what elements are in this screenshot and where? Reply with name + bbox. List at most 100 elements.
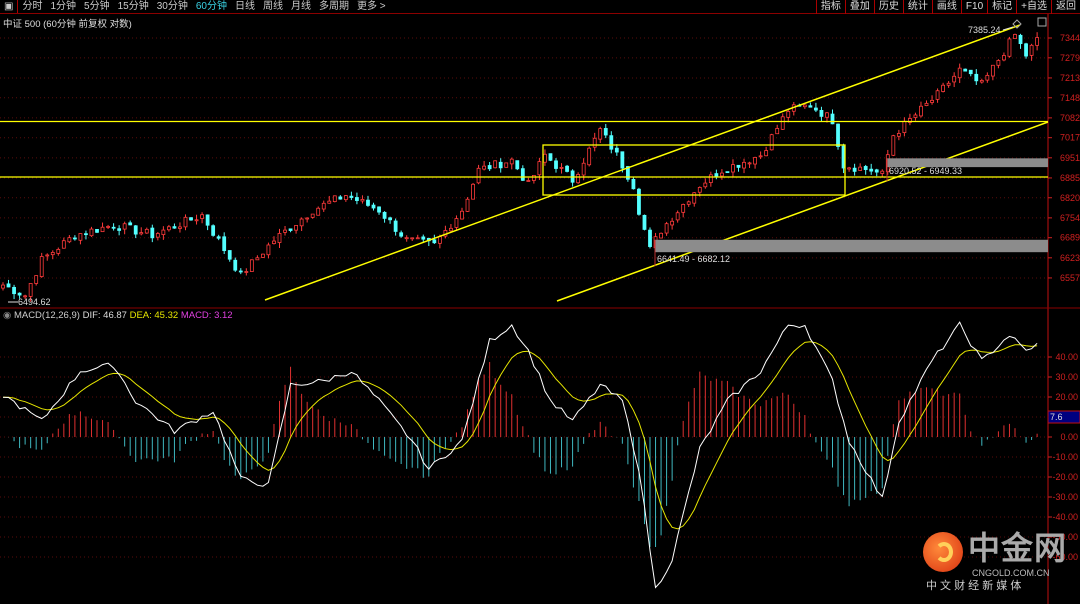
candle (476, 164, 481, 185)
candle-body (896, 133, 901, 137)
candle-body (1024, 43, 1028, 57)
candle-body (686, 201, 691, 205)
candle-body (902, 120, 907, 133)
candle-body (487, 165, 492, 170)
candle (343, 195, 348, 202)
candle-body (670, 220, 675, 226)
candle (382, 211, 387, 223)
candle (194, 214, 199, 225)
candle (509, 157, 514, 170)
candle-body (194, 219, 199, 222)
candle-body (548, 153, 553, 161)
candle-body (288, 228, 293, 231)
candle-body (421, 236, 426, 240)
candle-body (283, 229, 287, 233)
candle-body (808, 105, 813, 108)
candle (183, 214, 188, 231)
candle-body (227, 250, 232, 260)
macd-tick-label: 30.00 (1055, 372, 1078, 382)
candle-body (664, 223, 669, 234)
candle (791, 101, 796, 116)
candle (117, 225, 122, 236)
price-tick-label: 7279 (1060, 53, 1080, 63)
candle (95, 229, 99, 234)
price-tick-label: 6689 (1060, 233, 1080, 243)
candle-body (61, 240, 66, 249)
candle-body (648, 229, 652, 247)
candle (869, 163, 874, 175)
candle-body (952, 75, 957, 83)
candle (659, 232, 663, 239)
candle (393, 218, 398, 236)
candle-body (725, 171, 730, 174)
candle (388, 216, 393, 224)
candle-body (150, 227, 155, 239)
candle (703, 178, 708, 189)
candle-body (233, 259, 238, 271)
chart-canvas[interactable]: 7344 7279 7213 7148 7082 7017 6951 6885 6820 6754… (0, 0, 1080, 604)
candle (316, 206, 321, 216)
candle-body (266, 244, 271, 256)
candle-body (366, 199, 370, 206)
candle-body (659, 232, 663, 239)
candle (310, 213, 315, 219)
candle-body (874, 169, 879, 173)
candle-body (255, 257, 260, 261)
window-icon (1037, 17, 1047, 27)
macd-tick-label: -20.00 (1052, 472, 1078, 482)
candle-body (974, 73, 979, 82)
price-tick-label: 6951 (1060, 153, 1080, 163)
macd-tick-label: -30.00 (1052, 492, 1078, 502)
candle-body (1035, 37, 1040, 46)
candle (399, 230, 404, 238)
candle (504, 162, 509, 168)
candle (493, 160, 498, 169)
candle (200, 212, 204, 224)
candle-body (819, 109, 824, 117)
candle-body (592, 137, 597, 148)
candle-body (166, 226, 171, 231)
price-tick-label: 7344 (1060, 33, 1080, 43)
candle (144, 227, 149, 234)
price-tick-label: 6623 (1060, 253, 1080, 263)
candle (896, 129, 901, 141)
candle (449, 223, 453, 232)
candle-body (1029, 44, 1034, 56)
candle (155, 231, 160, 241)
candle-body (913, 114, 918, 118)
candle-body (72, 237, 77, 240)
candle-body (996, 60, 1001, 66)
candle (515, 160, 520, 171)
candles (1, 32, 1040, 302)
candle (946, 81, 951, 88)
candle (858, 163, 863, 172)
candle (139, 227, 144, 236)
candle-body (764, 150, 769, 157)
candle (664, 221, 669, 236)
candle-body (388, 217, 393, 221)
candle (609, 131, 614, 154)
candle-body (471, 183, 475, 200)
candle (366, 195, 370, 207)
candle (189, 217, 193, 221)
candle (404, 235, 409, 242)
candle (332, 195, 337, 203)
candle-body (697, 187, 702, 193)
candle-body (205, 214, 210, 226)
price-tick-label: 7017 (1060, 133, 1080, 143)
candle (990, 64, 995, 81)
candle-body (476, 167, 481, 184)
candle-body (631, 179, 636, 190)
candle-body (963, 68, 968, 72)
candle (758, 151, 763, 160)
candle (974, 69, 979, 85)
candle-body (17, 292, 22, 296)
candle-body (880, 170, 885, 174)
macd-marker-label: 7.6 (1050, 412, 1063, 422)
candle-body (349, 195, 354, 198)
candle-body (89, 228, 94, 237)
candle (576, 172, 581, 185)
candle-body (526, 180, 531, 182)
candle-body (891, 135, 896, 156)
candle (216, 234, 221, 241)
